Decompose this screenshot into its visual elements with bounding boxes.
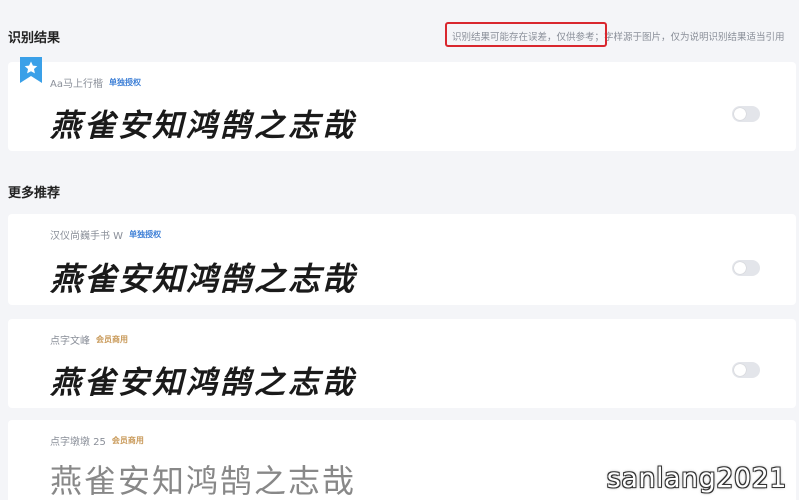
font-recognition-page: 识别结果 识别结果可能存在误差，仅供参考；字样源于图片，仅为说明识别结果适当引用…	[0, 0, 799, 500]
font-sample-text: 燕雀安知鸿鹄之志哉	[50, 462, 357, 500]
font-name: 点字墩墩 25	[50, 437, 106, 448]
license-badge: 单独授权	[108, 78, 141, 87]
font-sample-text: 燕雀安知鸿鹄之志哉	[50, 260, 357, 298]
member-badge: 会员商用	[96, 335, 128, 344]
disclaimer-highlight-box	[445, 22, 607, 47]
recommend-font-card[interactable]: 汉仪尚巍手书 W 单独授权 燕雀安知鸿鹄之志哉	[8, 214, 796, 305]
font-name: 点字文峰	[50, 336, 90, 347]
font-meta: 汉仪尚巍手书 W 单独授权	[50, 227, 161, 242]
font-meta: Aa马上行楷 单独授权	[50, 75, 141, 90]
result-font-card[interactable]: Aa马上行楷 单独授权 燕雀安知鸿鹄之志哉	[8, 62, 796, 151]
font-meta: 点字文峰 会员商用	[50, 332, 128, 347]
font-sample-text: 燕雀安知鸿鹄之志哉	[50, 365, 356, 401]
bookmark-star-icon	[20, 57, 42, 83]
license-badge: 单独授权	[129, 230, 162, 239]
member-badge: 会员商用	[111, 436, 144, 445]
recommend-font-card[interactable]: 点字文峰 会员商用 燕雀安知鸿鹄之志哉	[8, 319, 796, 408]
font-name: Aa马上行楷	[50, 79, 103, 90]
font-sample-text: 燕雀安知鸿鹄之志哉	[50, 108, 356, 144]
font-toggle-switch[interactable]	[732, 362, 760, 378]
results-section-title: 识别结果	[8, 31, 61, 46]
recommend-section-title: 更多推荐	[8, 186, 61, 201]
font-meta: 点字墩墩 25 会员商用	[50, 433, 144, 448]
font-toggle-switch[interactable]	[732, 260, 760, 276]
font-toggle-switch[interactable]	[732, 106, 760, 122]
watermark-text: sanlang2021	[606, 463, 787, 494]
font-name: 汉仪尚巍手书 W	[50, 231, 124, 242]
